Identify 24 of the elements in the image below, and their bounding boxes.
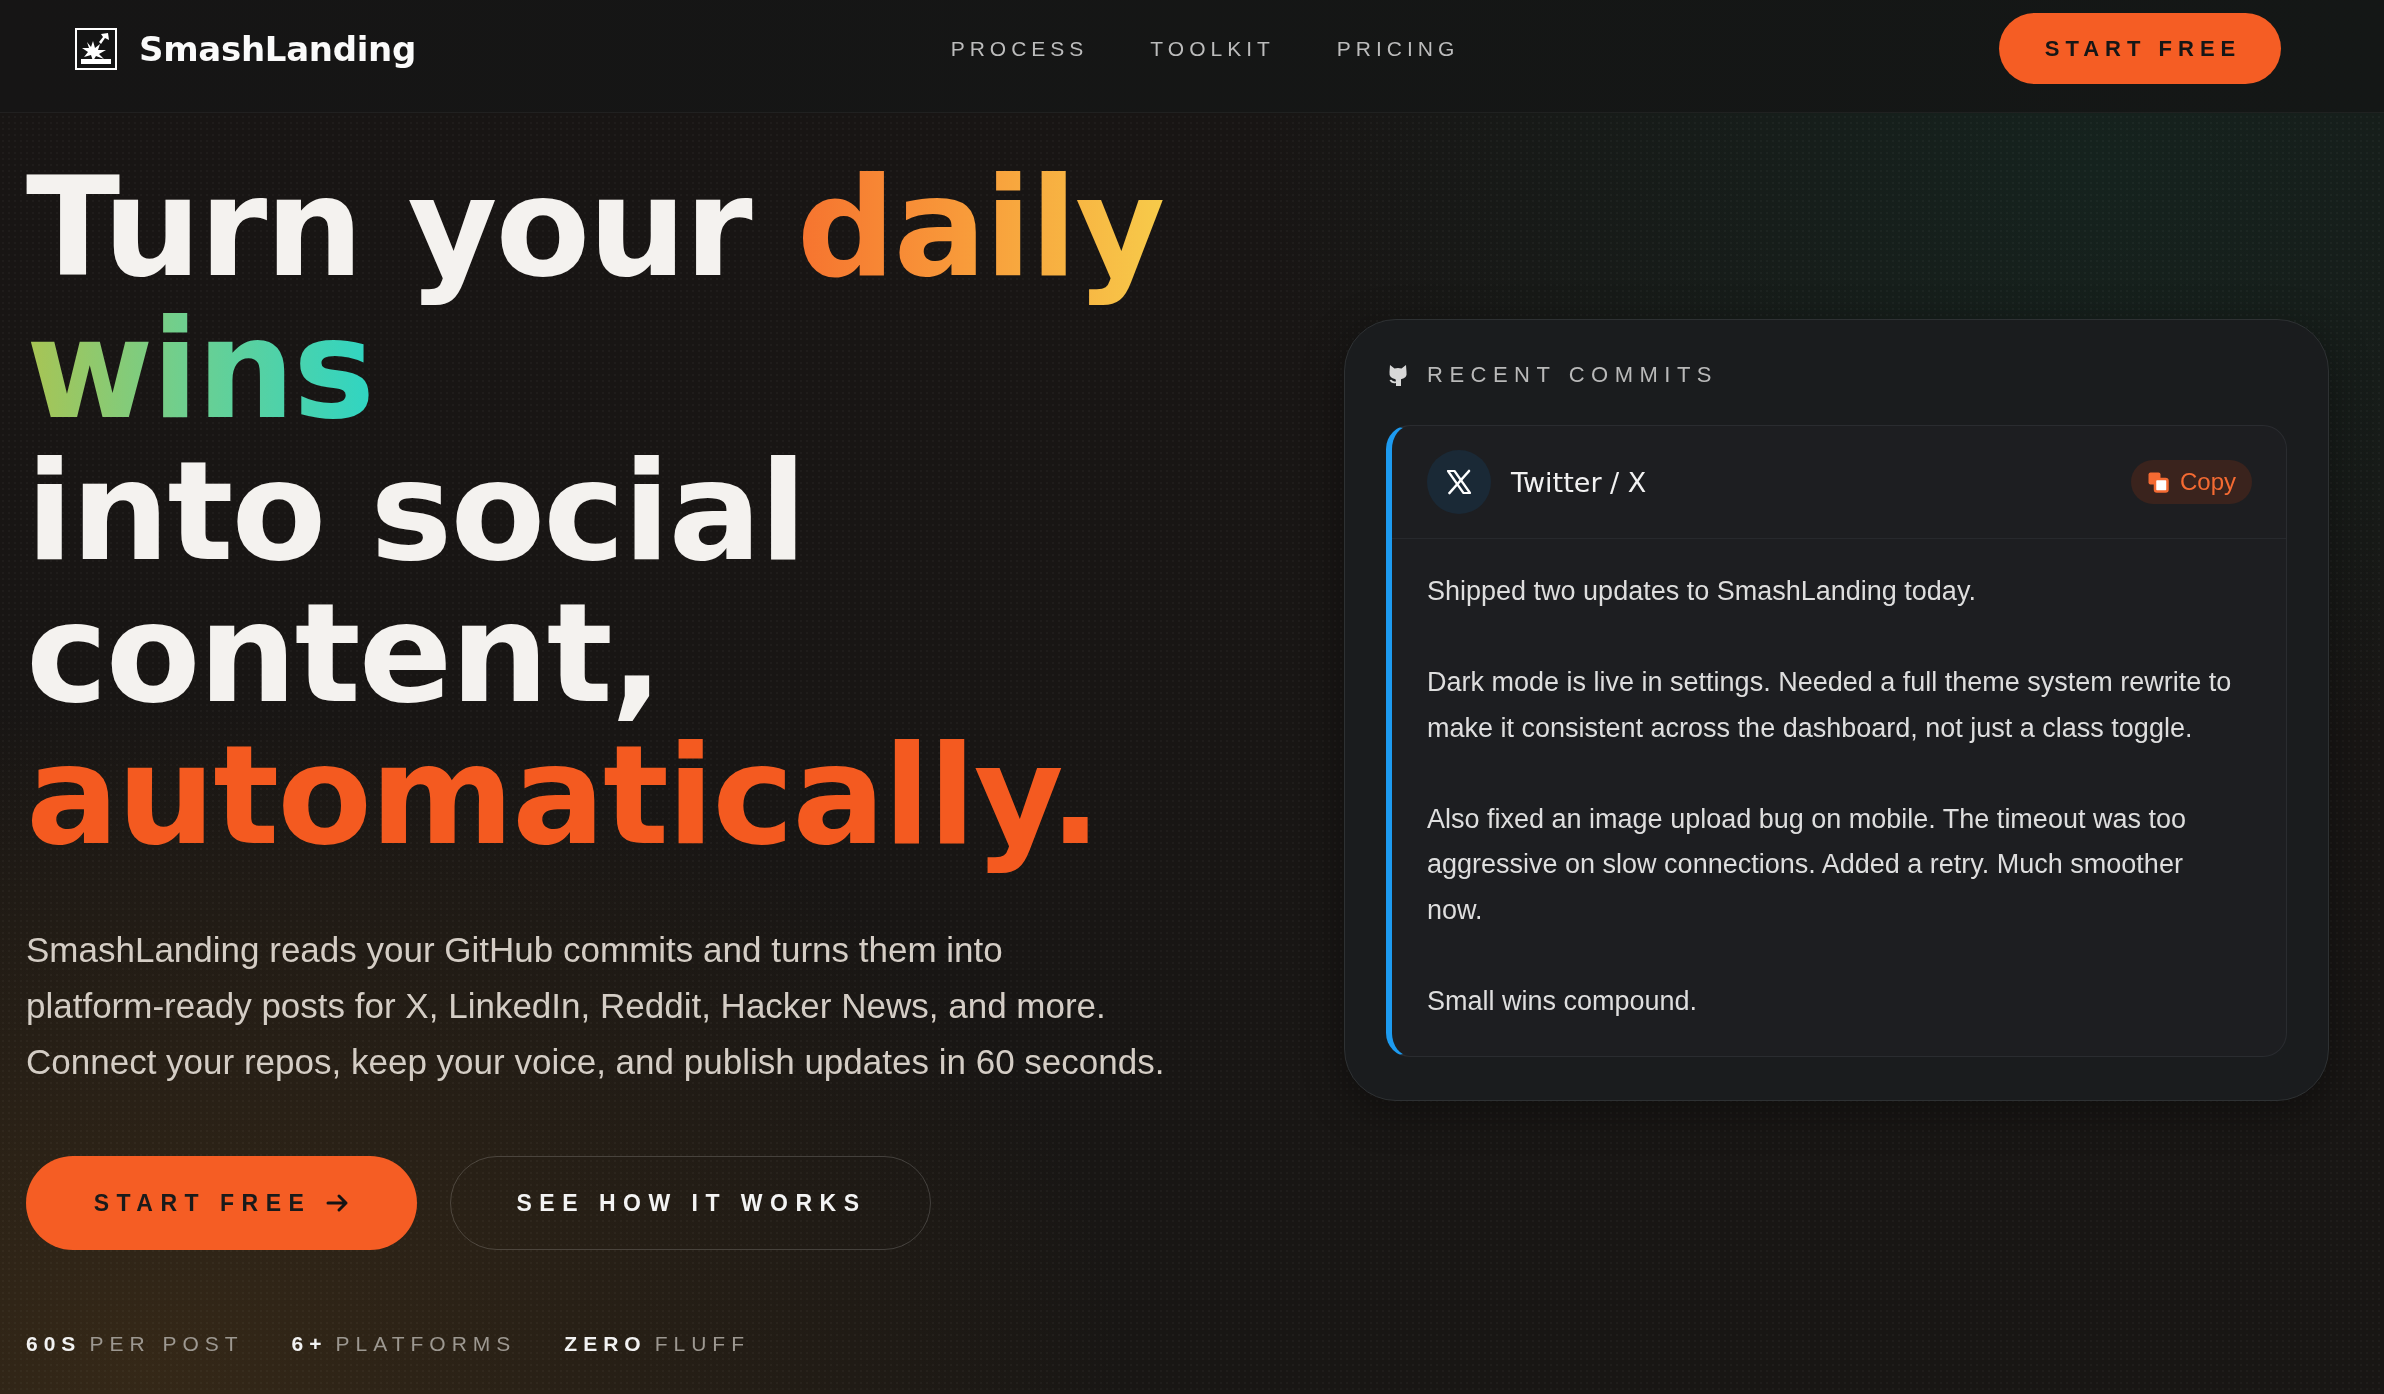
hero-description: SmashLanding reads your GitHub commits and turns them into platform-ready posts for X, LinkedIn, Reddit, Hacker News, and more. Connect your repos, keep your voice, and publish updates in 60 seconds. — [26, 929, 1166, 1083]
post-paragraph: Also fixed an image upload bug on mobile. The timeout was too aggressive on slow connections. Added a retry. Much smoother now. — [1427, 802, 2187, 927]
stat-value: 6+ — [291, 1332, 328, 1355]
hero-headline: Turn your daily wins into social content, automatically. — [26, 157, 1164, 878]
post-paragraph: Small wins compound. — [1427, 984, 1699, 1018]
post-paragraph: Shipped two updates to SmashLanding today. — [1427, 575, 1977, 608]
stat-caption: PLATFORMS — [335, 1332, 517, 1355]
x-logo-icon — [1427, 450, 1491, 514]
copy-button[interactable]: Copy — [2130, 460, 2252, 504]
brand-logo-link[interactable]: SmashLanding — [75, 27, 417, 70]
stat-value: 60S — [26, 1332, 82, 1355]
post-paragraph: Dark mode is live in settings. Needed a full theme system rewrite to make it consistent across the dashboard, not just a class toggle. — [1427, 666, 2233, 745]
primary-button[interactable]: START FREE — [26, 1156, 417, 1250]
start-free-button[interactable]: START FREE — [1999, 13, 2281, 84]
burst-logo-icon — [75, 27, 117, 70]
copy-icon — [2146, 471, 2169, 493]
nav-link[interactable]: PRICING — [1336, 36, 1460, 61]
nav-link[interactable]: TOOLKIT — [1150, 36, 1275, 61]
panel-title: RECENT COMMITS — [1427, 362, 1719, 388]
platform-name: Twitter / X — [1511, 466, 1647, 498]
nav-link[interactable]: PROCESS — [950, 36, 1089, 61]
stat-caption: FLUFF — [654, 1332, 750, 1355]
stat-caption: PER POST — [89, 1332, 244, 1355]
stat-value: ZERO — [564, 1332, 647, 1355]
